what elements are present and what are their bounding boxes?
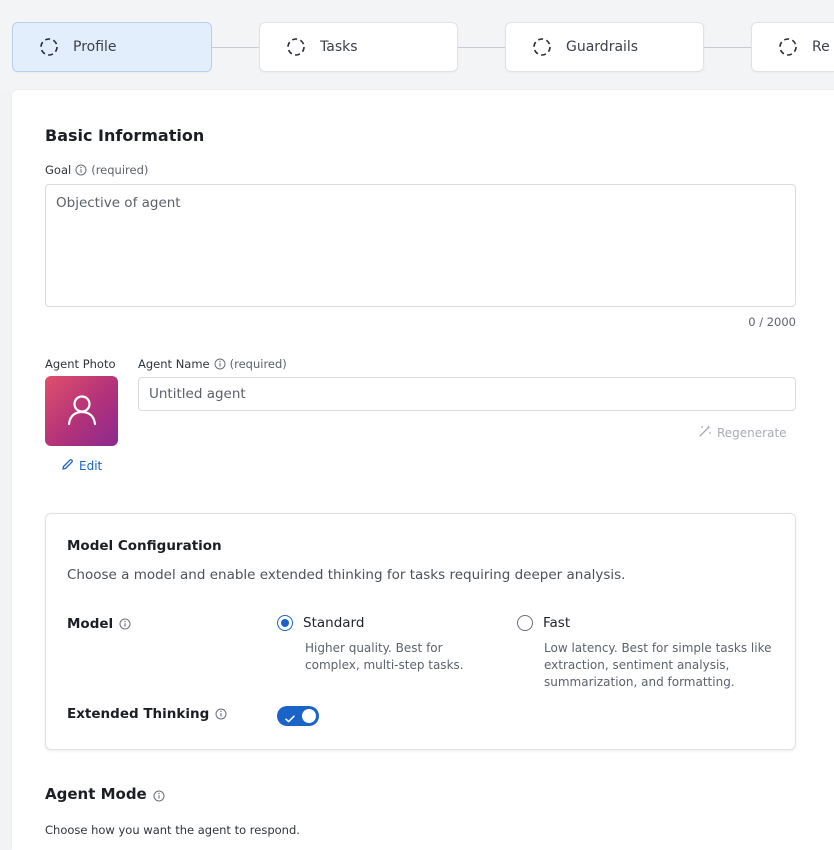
- step-label: Tasks: [320, 39, 358, 55]
- model-label: Model: [67, 616, 114, 632]
- step-tasks[interactable]: Tasks: [259, 22, 458, 72]
- step-profile[interactable]: Profile: [12, 22, 212, 72]
- dashed-circle-icon: [778, 37, 798, 57]
- info-circle-icon[interactable]: [214, 358, 226, 370]
- agent-name-label: Agent Name (required): [138, 357, 287, 371]
- user-icon: [64, 391, 100, 431]
- toggle-knob: [302, 709, 316, 723]
- edit-label: Edit: [79, 459, 103, 473]
- goal-label: Goal (required): [45, 163, 148, 177]
- goal-required-text: (required): [91, 163, 149, 177]
- goal-placeholder: Objective of agent: [56, 195, 181, 211]
- standard-label: Standard: [303, 615, 365, 631]
- pencil-icon: [61, 458, 74, 474]
- info-circle-icon[interactable]: [119, 618, 131, 630]
- model-configuration-card: Model Configuration Choose a model and e…: [45, 513, 796, 750]
- agent-photo-label: Agent Photo: [45, 357, 116, 371]
- extended-thinking-toggle[interactable]: [277, 706, 319, 726]
- check-icon: [284, 710, 296, 729]
- extended-thinking-label: Extended Thinking: [67, 706, 210, 722]
- info-circle-icon[interactable]: [153, 788, 165, 802]
- dashed-circle-icon: [39, 37, 59, 57]
- regenerate-label: Regenerate: [717, 425, 787, 440]
- step-label: Profile: [73, 39, 117, 55]
- step-connector: [212, 47, 260, 48]
- agent-name-required-text: (required): [229, 357, 287, 371]
- model-configuration-description: Choose a model and enable extended think…: [67, 567, 626, 583]
- goal-char-counter: 0 / 2000: [748, 315, 796, 329]
- model-option-fast[interactable]: Fast: [517, 615, 570, 631]
- step-label: Re: [812, 39, 830, 55]
- agent-mode-title-text: Agent Mode: [45, 785, 147, 803]
- extended-thinking-row-label: Extended Thinking: [67, 706, 227, 722]
- dashed-circle-icon: [532, 37, 552, 57]
- step-connector: [704, 47, 752, 48]
- agent-name-label-text: Agent Name: [138, 357, 210, 371]
- fast-description: Low latency. Best for simple tasks like …: [544, 641, 772, 689]
- info-circle-icon[interactable]: [215, 708, 227, 720]
- fast-label: Fast: [543, 615, 571, 631]
- agent-mode-description: Choose how you want the agent to respond…: [45, 823, 300, 837]
- goal-textarea[interactable]: Objective of agent: [45, 184, 796, 307]
- model-option-standard[interactable]: Standard: [277, 615, 364, 631]
- agent-name-input[interactable]: Untitled agent: [138, 377, 796, 411]
- profile-form-panel: Basic Information Goal (required) Object…: [12, 90, 834, 850]
- standard-radio[interactable]: [277, 615, 293, 631]
- model-row-label: Model: [67, 616, 131, 632]
- info-circle-icon[interactable]: [75, 164, 87, 176]
- agent-photo-avatar[interactable]: [45, 376, 118, 446]
- fast-radio[interactable]: [517, 615, 533, 631]
- model-configuration-title: Model Configuration: [67, 538, 222, 554]
- step-label: Guardrails: [566, 39, 639, 55]
- step-guardrails[interactable]: Guardrails: [505, 22, 704, 72]
- section-title-basic-information: Basic Information: [45, 126, 205, 145]
- regenerate-button[interactable]: Regenerate: [698, 424, 787, 441]
- step-connector: [458, 47, 506, 48]
- edit-photo-link[interactable]: Edit: [61, 458, 102, 474]
- agent-mode-title: Agent Mode: [45, 785, 165, 803]
- stepper-bar: Profile Tasks Guardrails Re: [0, 0, 834, 90]
- dashed-circle-icon: [286, 37, 306, 57]
- agent-name-placeholder: Untitled agent: [149, 386, 246, 402]
- magic-wand-icon: [698, 424, 712, 441]
- step-review[interactable]: Re: [751, 22, 834, 72]
- standard-description: Higher quality. Best for complex, multi-…: [305, 641, 464, 672]
- goal-label-text: Goal: [45, 163, 72, 177]
